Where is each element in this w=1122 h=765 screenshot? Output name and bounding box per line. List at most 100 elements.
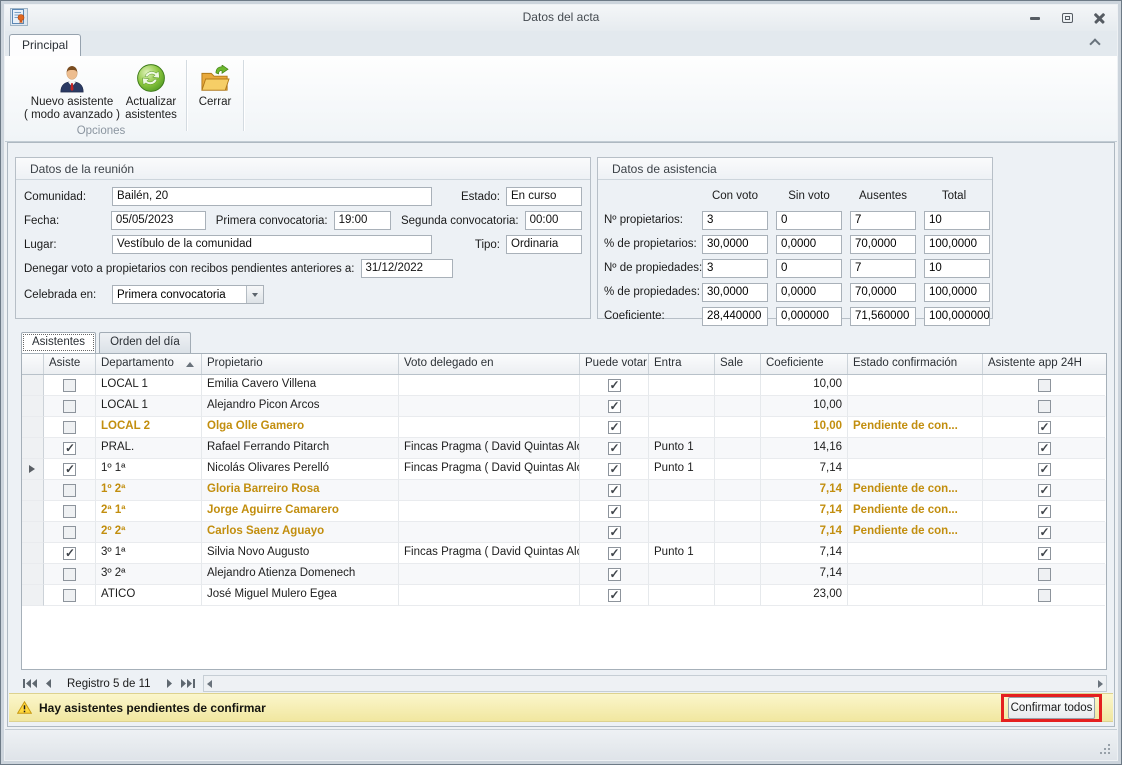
table-row[interactable]: LOCAL 1 Emilia Cavero Villena 10,00 bbox=[22, 375, 1106, 396]
asiste-cell[interactable] bbox=[44, 585, 96, 606]
denegar-voto-fecha-field[interactable]: 31/12/2022 bbox=[361, 259, 453, 278]
puede-votar-cell[interactable] bbox=[580, 396, 649, 417]
attendance-sin-voto-field[interactable]: 0,000000 bbox=[776, 307, 842, 326]
asiste-checkbox[interactable] bbox=[63, 400, 76, 413]
puede-votar-checkbox[interactable] bbox=[608, 463, 621, 476]
comunidad-field[interactable]: Bailén, 20 bbox=[112, 187, 432, 206]
table-row[interactable]: ATICO José Miguel Mulero Egea 23,00 bbox=[22, 585, 1106, 606]
minimize-button[interactable] bbox=[1027, 11, 1043, 25]
puede-votar-cell[interactable] bbox=[580, 375, 649, 396]
scroll-right-icon[interactable] bbox=[1098, 680, 1103, 688]
puede-votar-checkbox[interactable] bbox=[608, 442, 621, 455]
app24h-cell[interactable] bbox=[983, 522, 1105, 543]
first-record-button[interactable] bbox=[21, 676, 39, 691]
lugar-field[interactable]: Vestíbulo de la comunidad bbox=[112, 235, 432, 254]
asiste-cell[interactable] bbox=[44, 564, 96, 585]
attendance-ausentes-field[interactable]: 7 bbox=[850, 259, 916, 278]
puede-votar-checkbox[interactable] bbox=[608, 526, 621, 539]
attendance-ausentes-field[interactable]: 70,0000 bbox=[850, 283, 916, 302]
app24h-cell[interactable] bbox=[983, 459, 1105, 480]
attendance-con-voto-field[interactable]: 30,0000 bbox=[702, 283, 768, 302]
puede-votar-checkbox[interactable] bbox=[608, 568, 621, 581]
app24h-checkbox[interactable] bbox=[1038, 379, 1051, 392]
table-row[interactable]: LOCAL 2 Olga Olle Gamero 10,00 Pendiente… bbox=[22, 417, 1106, 438]
table-row[interactable]: 3º 1ª Silvia Novo Augusto Fincas Pragma … bbox=[22, 543, 1106, 564]
asiste-cell[interactable] bbox=[44, 417, 96, 438]
puede-votar-cell[interactable] bbox=[580, 522, 649, 543]
app24h-checkbox[interactable] bbox=[1038, 484, 1051, 497]
puede-votar-checkbox[interactable] bbox=[608, 421, 621, 434]
app24h-cell[interactable] bbox=[983, 564, 1105, 585]
app24h-cell[interactable] bbox=[983, 543, 1105, 564]
grid-header-departamento[interactable]: Departamento bbox=[96, 354, 202, 374]
grid-header-voto-delegado[interactable]: Voto delegado en bbox=[399, 354, 580, 374]
combo-dropdown-button[interactable] bbox=[246, 286, 263, 303]
grid-header-coeficiente[interactable]: Coeficiente bbox=[761, 354, 848, 374]
cerrar-button[interactable]: Cerrar bbox=[189, 59, 241, 125]
app24h-cell[interactable] bbox=[983, 396, 1105, 417]
previous-record-button[interactable] bbox=[39, 676, 57, 691]
restore-button[interactable] bbox=[1059, 11, 1075, 25]
attendance-total-field[interactable]: 100,0000 bbox=[924, 283, 990, 302]
app24h-cell[interactable] bbox=[983, 417, 1105, 438]
app24h-checkbox[interactable] bbox=[1038, 568, 1051, 581]
horizontal-scrollbar[interactable] bbox=[203, 675, 1107, 692]
table-row[interactable]: 3º 2ª Alejandro Atienza Domenech 7,14 bbox=[22, 564, 1106, 585]
puede-votar-cell[interactable] bbox=[580, 543, 649, 564]
asiste-checkbox[interactable] bbox=[63, 526, 76, 539]
app24h-cell[interactable] bbox=[983, 480, 1105, 501]
asiste-checkbox[interactable] bbox=[63, 568, 76, 581]
attendance-total-field[interactable]: 100,000000 bbox=[924, 307, 990, 326]
asiste-cell[interactable] bbox=[44, 438, 96, 459]
puede-votar-checkbox[interactable] bbox=[608, 400, 621, 413]
asiste-checkbox[interactable] bbox=[63, 547, 76, 560]
app24h-cell[interactable] bbox=[983, 438, 1105, 459]
app24h-cell[interactable] bbox=[983, 501, 1105, 522]
asiste-checkbox[interactable] bbox=[63, 484, 76, 497]
asiste-checkbox[interactable] bbox=[63, 463, 76, 476]
app24h-cell[interactable] bbox=[983, 585, 1105, 606]
puede-votar-checkbox[interactable] bbox=[608, 589, 621, 602]
asiste-cell[interactable] bbox=[44, 543, 96, 564]
table-row[interactable]: 2º 2ª Carlos Saenz Aguayo 7,14 Pendiente… bbox=[22, 522, 1106, 543]
asiste-checkbox[interactable] bbox=[63, 505, 76, 518]
resize-grip[interactable] bbox=[1108, 752, 1110, 754]
app24h-checkbox[interactable] bbox=[1038, 526, 1051, 539]
asiste-cell[interactable] bbox=[44, 459, 96, 480]
tab-orden-del-dia[interactable]: Orden del día bbox=[99, 332, 191, 353]
puede-votar-cell[interactable] bbox=[580, 585, 649, 606]
asiste-checkbox[interactable] bbox=[63, 379, 76, 392]
puede-votar-checkbox[interactable] bbox=[608, 547, 621, 560]
attendance-con-voto-field[interactable]: 3 bbox=[702, 259, 768, 278]
asiste-checkbox[interactable] bbox=[63, 442, 76, 455]
table-row[interactable]: 2ª 1ª Jorge Aguirre Camarero 7,14 Pendie… bbox=[22, 501, 1106, 522]
tab-principal[interactable]: Principal bbox=[9, 34, 81, 56]
app24h-checkbox[interactable] bbox=[1038, 400, 1051, 413]
attendance-total-field[interactable]: 10 bbox=[924, 259, 990, 278]
grid-header-puede-votar[interactable]: Puede votar bbox=[580, 354, 649, 374]
asiste-cell[interactable] bbox=[44, 396, 96, 417]
puede-votar-cell[interactable] bbox=[580, 564, 649, 585]
attendance-con-voto-field[interactable]: 28,440000 bbox=[702, 307, 768, 326]
table-row[interactable]: 1º 2ª Gloria Barreiro Rosa 7,14 Pendient… bbox=[22, 480, 1106, 501]
puede-votar-cell[interactable] bbox=[580, 459, 649, 480]
celebrada-en-combo[interactable]: Primera convocatoria bbox=[112, 285, 264, 304]
attendance-con-voto-field[interactable]: 3 bbox=[702, 211, 768, 230]
close-button[interactable] bbox=[1091, 11, 1107, 25]
segunda-convocatoria-field[interactable]: 00:00 bbox=[525, 211, 582, 230]
puede-votar-checkbox[interactable] bbox=[608, 484, 621, 497]
app24h-checkbox[interactable] bbox=[1038, 463, 1051, 476]
nuevo-asistente-button[interactable]: Nuevo asistente ( modo avanzado ) bbox=[17, 59, 127, 125]
table-row[interactable]: PRAL. Rafael Ferrando Pitarch Fincas Pra… bbox=[22, 438, 1106, 459]
asiste-cell[interactable] bbox=[44, 501, 96, 522]
attendance-sin-voto-field[interactable]: 0,0000 bbox=[776, 283, 842, 302]
asiste-checkbox[interactable] bbox=[63, 421, 76, 434]
app24h-checkbox[interactable] bbox=[1038, 442, 1051, 455]
asiste-checkbox[interactable] bbox=[63, 589, 76, 602]
asiste-cell[interactable] bbox=[44, 480, 96, 501]
asiste-cell[interactable] bbox=[44, 375, 96, 396]
estado-field[interactable]: En curso bbox=[506, 187, 582, 206]
confirmar-todos-button[interactable]: Confirmar todos bbox=[1008, 697, 1095, 719]
actualizar-asistentes-button[interactable]: Actualizar asistentes bbox=[119, 59, 183, 125]
attendance-con-voto-field[interactable]: 30,0000 bbox=[702, 235, 768, 254]
